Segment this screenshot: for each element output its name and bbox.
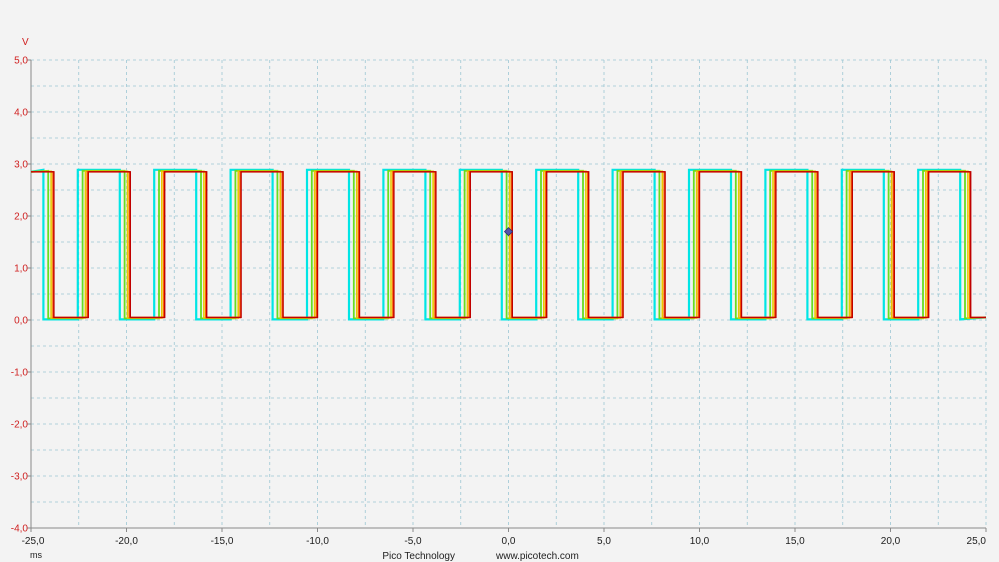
footer-brand: Pico Technology xyxy=(382,551,455,562)
x-tick-label: -20,0 xyxy=(115,536,138,547)
x-tick-label: 5,0 xyxy=(597,536,611,547)
y-tick-label: -1,0 xyxy=(11,368,29,379)
x-tick-label: -25,0 xyxy=(22,536,45,547)
footer-url: www.picotech.com xyxy=(495,551,579,562)
y-tick-label: 5,0 xyxy=(14,56,28,67)
x-tick-label: 10,0 xyxy=(690,536,710,547)
x-unit-label: ms xyxy=(30,550,42,560)
y-tick-label: 2,0 xyxy=(14,212,28,223)
y-tick-label: 4,0 xyxy=(14,108,28,119)
x-tick-label: -15,0 xyxy=(211,536,234,547)
x-tick-label: -10,0 xyxy=(306,536,329,547)
x-tick-label: -5,0 xyxy=(404,536,422,547)
x-tick-label: 15,0 xyxy=(785,536,805,547)
y-tick-label: 1,0 xyxy=(14,264,28,275)
y-tick-label: 3,0 xyxy=(14,160,28,171)
oscilloscope-chart: 5,0 4,0 3,0 2,0 1,0 0,0 -1,0 -2,0 -3,0 -4,0 -25,0… xyxy=(11,37,987,562)
y-tick-label: -2,0 xyxy=(11,420,29,431)
y-tick-label: -3,0 xyxy=(11,472,29,483)
y-axis: 5,0 4,0 3,0 2,0 1,0 0,0 -1,0 -2,0 -3,0 -4,0 xyxy=(11,56,31,535)
y-tick-label: -4,0 xyxy=(11,524,29,535)
x-axis: -25,0 -20,0 -15,0 -10,0 -5,0 0,0 5,0 10,0 15,0 20… xyxy=(22,528,987,547)
y-unit-label: V xyxy=(22,37,29,48)
x-tick-label: 20,0 xyxy=(881,536,901,547)
x-tick-label: 0,0 xyxy=(502,536,516,547)
y-tick-label: 0,0 xyxy=(14,316,28,327)
x-tick-label: 25,0 xyxy=(967,536,987,547)
